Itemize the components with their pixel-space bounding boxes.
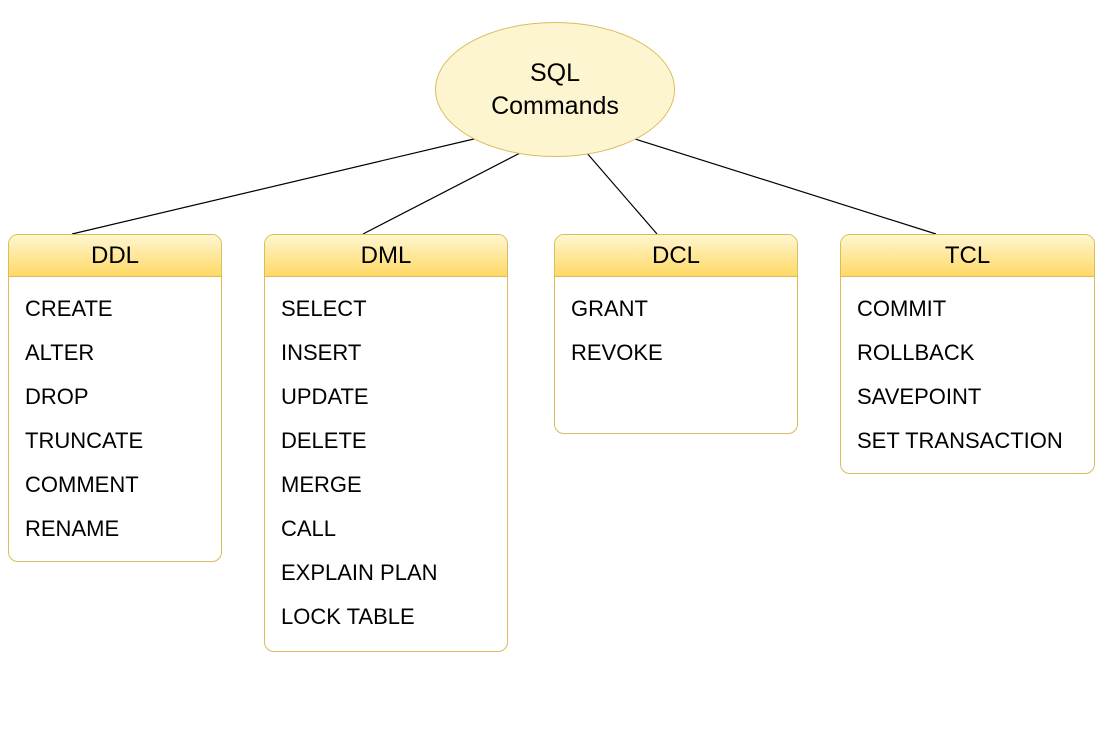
panel-ddl: DDL CREATE ALTER DROP TRUNCATE COMMENT R… bbox=[8, 234, 222, 562]
panel-tcl-header: TCL bbox=[841, 235, 1094, 277]
list-item: UPDATE bbox=[281, 375, 491, 419]
panel-tcl: TCL COMMIT ROLLBACK SAVEPOINT SET TRANSA… bbox=[840, 234, 1095, 474]
list-item: SET TRANSACTION bbox=[857, 419, 1078, 463]
list-item: SAVEPOINT bbox=[857, 375, 1078, 419]
list-item: INSERT bbox=[281, 331, 491, 375]
list-item: DROP bbox=[25, 375, 205, 419]
panel-dcl: DCL GRANT REVOKE bbox=[554, 234, 798, 434]
panel-tcl-body: COMMIT ROLLBACK SAVEPOINT SET TRANSACTIO… bbox=[841, 277, 1094, 473]
list-item: CREATE bbox=[25, 287, 205, 331]
panel-dcl-header: DCL bbox=[555, 235, 797, 277]
list-item: COMMIT bbox=[857, 287, 1078, 331]
panel-dcl-body: GRANT REVOKE bbox=[555, 277, 797, 385]
list-item: DELETE bbox=[281, 419, 491, 463]
list-item: GRANT bbox=[571, 287, 781, 331]
list-item: TRUNCATE bbox=[25, 419, 205, 463]
list-item: MERGE bbox=[281, 463, 491, 507]
panel-dml-header: DML bbox=[265, 235, 507, 277]
list-item: EXPLAIN PLAN bbox=[281, 551, 491, 595]
list-item: CALL bbox=[281, 507, 491, 551]
root-title-line2: Commands bbox=[491, 92, 619, 120]
list-item: REVOKE bbox=[571, 331, 781, 375]
root-node-sql-commands: SQL Commands bbox=[435, 22, 675, 157]
list-item: COMMENT bbox=[25, 463, 205, 507]
list-item: SELECT bbox=[281, 287, 491, 331]
panel-ddl-body: CREATE ALTER DROP TRUNCATE COMMENT RENAM… bbox=[9, 277, 221, 561]
panel-ddl-header: DDL bbox=[9, 235, 221, 277]
list-item: LOCK TABLE bbox=[281, 595, 491, 639]
list-item: ROLLBACK bbox=[857, 331, 1078, 375]
panel-dml: DML SELECT INSERT UPDATE DELETE MERGE CA… bbox=[264, 234, 508, 652]
list-item: RENAME bbox=[25, 507, 205, 551]
list-item: ALTER bbox=[25, 331, 205, 375]
root-title-line1: SQL bbox=[530, 59, 580, 87]
panel-dml-body: SELECT INSERT UPDATE DELETE MERGE CALL E… bbox=[265, 277, 507, 651]
